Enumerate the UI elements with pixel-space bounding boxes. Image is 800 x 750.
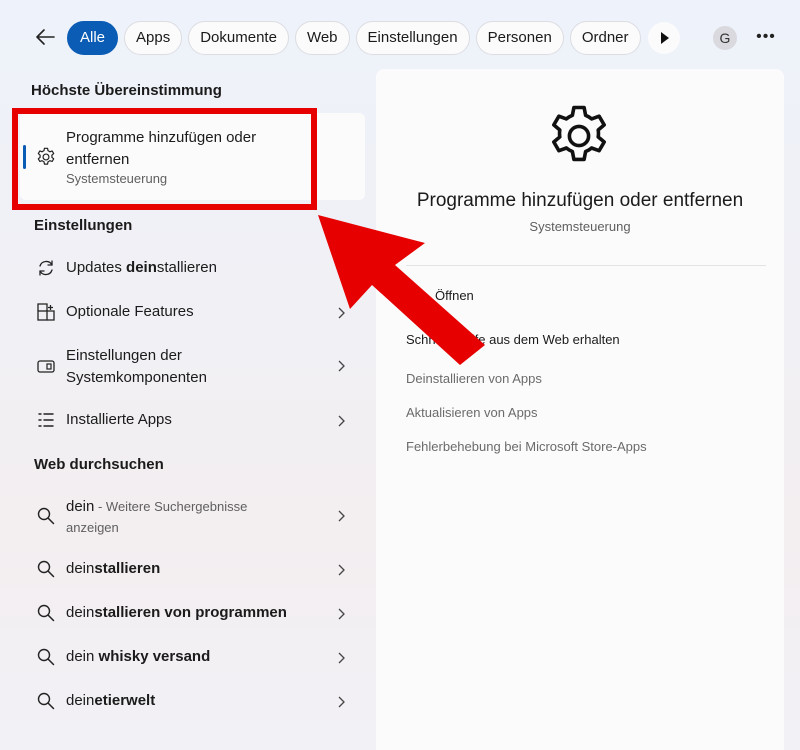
component-icon — [37, 360, 55, 373]
chip-web[interactable]: Web — [294, 21, 350, 55]
settings-item-label: Updates deinstallieren — [66, 259, 217, 276]
avatar[interactable]: G — [713, 26, 737, 50]
search-filter-bar: Alle Apps Dokumente Web Einstellungen Pe… — [0, 0, 800, 70]
web-result[interactable]: deinetierwelt — [30, 680, 360, 724]
web-result[interactable]: deinstallieren — [30, 548, 360, 592]
add-feature-icon — [37, 303, 55, 321]
search-icon — [37, 560, 55, 578]
search-icon — [37, 604, 55, 622]
settings-item-label: Einstellungen der Systemkomponenten — [66, 347, 207, 386]
gear-icon — [552, 105, 606, 162]
web-result-label: dein - Weitere Suchergebnisse anzeigen — [66, 498, 248, 535]
chip-apps[interactable]: Apps — [124, 21, 183, 55]
chip-ordner[interactable]: Ordner — [569, 21, 641, 55]
preview-link[interactable]: Fehlerbehebung bei Microsoft Store-Apps — [406, 439, 647, 454]
chip-alle[interactable]: Alle — [67, 21, 119, 55]
search-icon — [37, 507, 55, 525]
web-result[interactable]: dein whisky versand — [30, 636, 360, 680]
search-icon — [37, 692, 55, 710]
web-result-label: deinetierwelt — [66, 692, 156, 709]
web-result-more[interactable]: dein - Weitere Suchergebnisse anzeigen — [30, 487, 360, 545]
app-list-icon — [38, 413, 54, 427]
preview-link[interactable]: Aktualisieren von Apps — [406, 405, 538, 420]
search-icon — [37, 648, 55, 666]
chevron-right-icon — [338, 608, 345, 620]
web-result-label: deinstallieren — [66, 560, 161, 577]
highlight-box — [12, 108, 317, 210]
chip-einstellungen[interactable]: Einstellungen — [355, 21, 470, 55]
filter-chips: Alle Apps Dokumente Web Einstellungen Pe… — [67, 21, 641, 55]
chevron-right-icon — [338, 564, 345, 576]
play-icon[interactable] — [648, 22, 680, 54]
chevron-right-icon — [338, 696, 345, 708]
settings-heading: Einstellungen — [34, 217, 133, 234]
more-options-button[interactable]: ••• — [754, 26, 778, 50]
web-result[interactable]: deinstallieren von programmen — [30, 592, 360, 636]
web-result-label: dein whisky versand — [66, 648, 211, 665]
chevron-right-icon — [338, 652, 345, 664]
chip-personen[interactable]: Personen — [475, 21, 564, 55]
arrow-left-icon[interactable] — [32, 24, 58, 50]
best-match-heading: Höchste Übereinstimmung — [31, 82, 222, 99]
web-search-heading: Web durchsuchen — [34, 456, 164, 473]
chip-dokumente[interactable]: Dokumente — [188, 21, 289, 55]
web-result-label: deinstallieren von programmen — [66, 604, 287, 621]
result-preview-pane: Programme hinzufügen oder entfernen Syst… — [376, 69, 784, 750]
refresh-icon — [39, 260, 53, 276]
chevron-right-icon — [338, 415, 345, 427]
settings-item-installed-apps[interactable]: Installierte Apps — [30, 399, 360, 443]
arrow-annotation-icon — [318, 215, 485, 365]
chevron-right-icon — [338, 510, 345, 522]
settings-item-label: Installierte Apps — [66, 411, 172, 428]
settings-item-label: Optionale Features — [66, 303, 194, 320]
